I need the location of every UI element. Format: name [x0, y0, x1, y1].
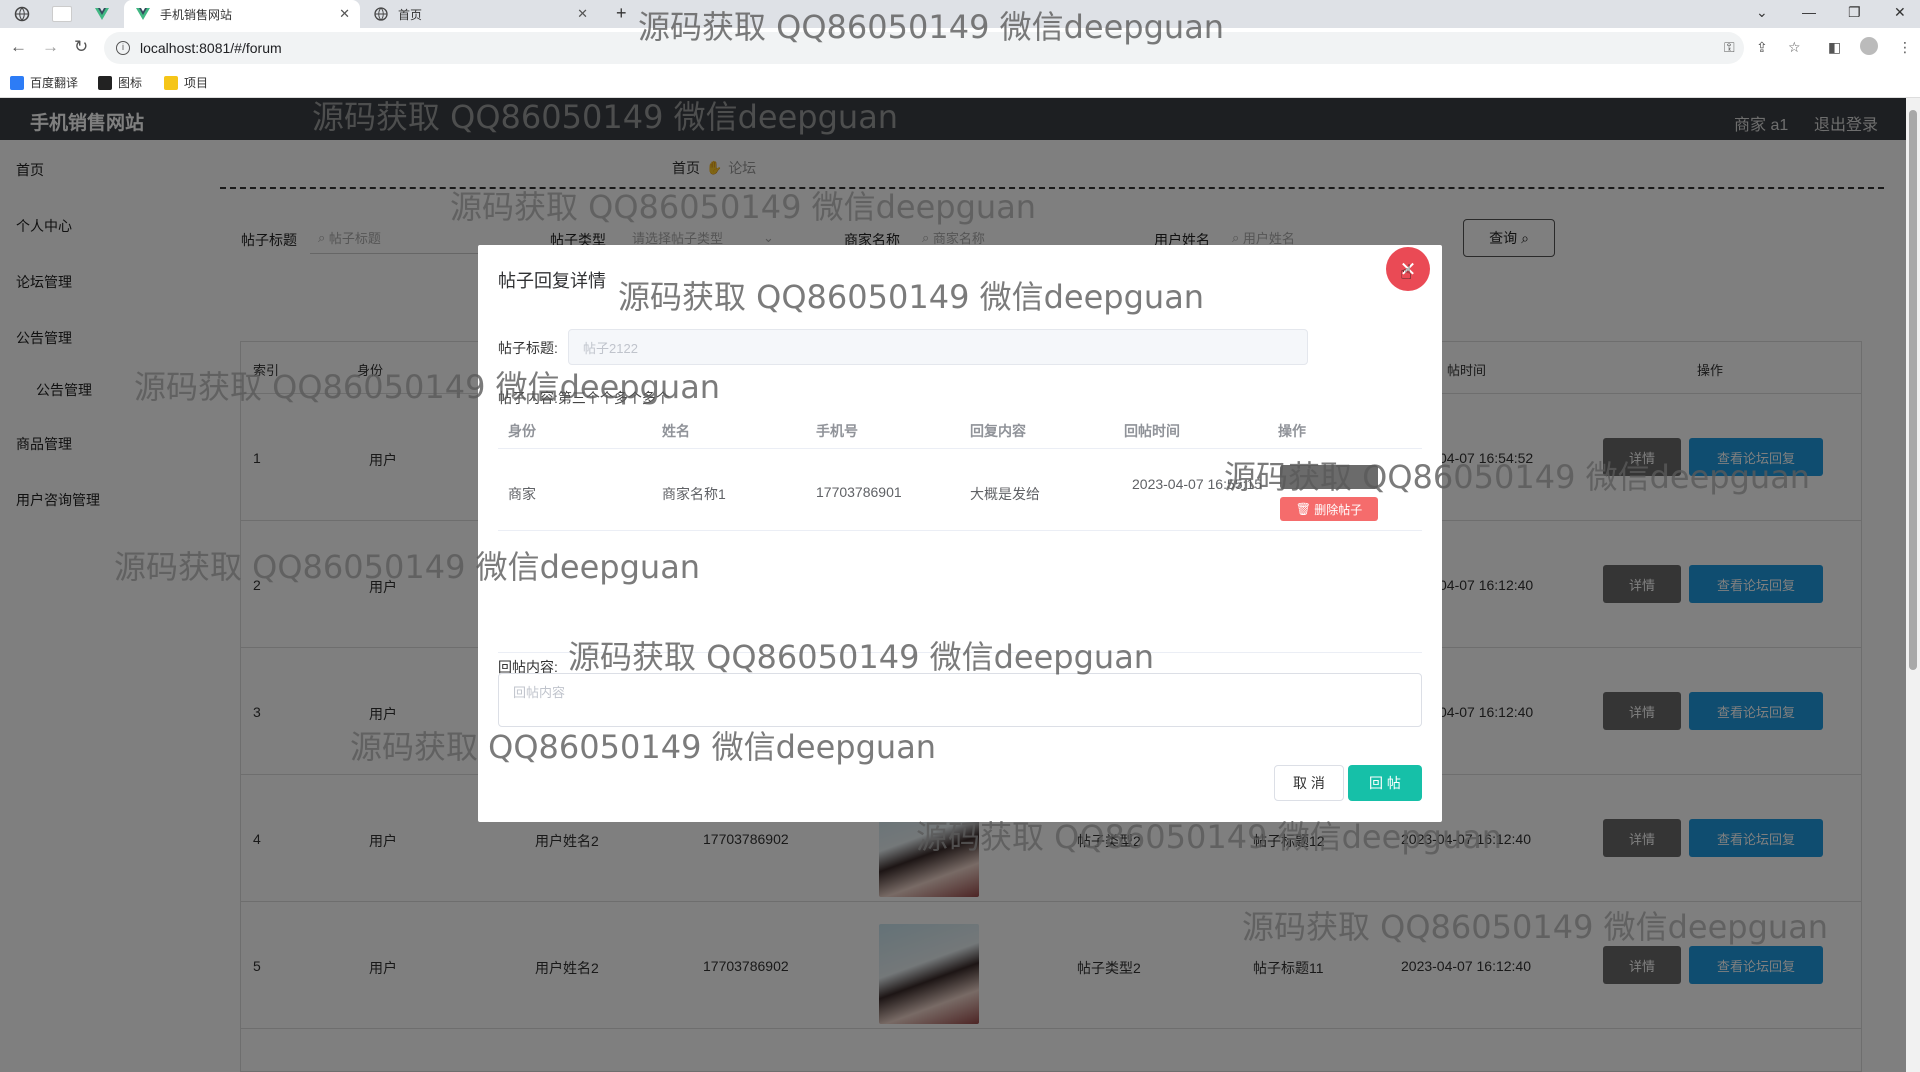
forward-icon[interactable]: →: [42, 37, 59, 57]
url-input[interactable]: i localhost:8081/#/forum: [104, 32, 1744, 64]
chevron-down-icon[interactable]: ⌄: [1756, 4, 1768, 21]
reply-detail-dialog: 帖子回复详情 ✕ 帖子标题: 帖子2122 帖子内容:第三个个多个多个 身份 姓…: [478, 245, 1442, 822]
bookmark-icons[interactable]: 图标: [98, 74, 142, 91]
close-window-button[interactable]: ✕: [1894, 4, 1906, 21]
tab-title: 首页: [398, 7, 423, 22]
reply-textarea[interactable]: 回帖内容: [498, 673, 1422, 727]
submit-reply-button[interactable]: 回 帖: [1348, 765, 1422, 801]
bookmark-project[interactable]: 项目: [164, 74, 208, 91]
reply-row: 商家 商家名称1 17703786901 大概是发给 2023-04-07 16…: [498, 449, 1422, 531]
minimize-button[interactable]: —: [1802, 4, 1816, 20]
delete-reply-button[interactable]: 🗑 删除帖子: [1280, 497, 1378, 521]
reply-time: 2023-04-07 16:55:15: [1132, 476, 1262, 492]
dialog-title: 帖子回复详情: [498, 271, 606, 291]
column-identity: 身份: [508, 423, 536, 439]
post-title-label: 帖子标题:: [498, 340, 558, 356]
tab-active[interactable]: 手机销售网站 ✕: [124, 0, 360, 28]
bookmarks-bar: 百度翻译 图标 项目: [0, 68, 1920, 98]
reply-table-header: 身份 姓名 手机号 回复内容 回帖时间 操作: [498, 409, 1422, 449]
menu-icon[interactable]: ⋮: [1898, 39, 1912, 56]
tab-title: 手机销售网站: [160, 7, 233, 22]
scrollbar[interactable]: [1906, 98, 1920, 1072]
url-text: localhost:8081/#/forum: [140, 40, 282, 56]
address-bar-row: ← → ↻ i localhost:8081/#/forum ⚿ ⇪ ☆ ◧ ⋮: [0, 28, 1920, 68]
cancel-button[interactable]: 取 消: [1274, 765, 1344, 801]
vue-icon[interactable]: [94, 6, 110, 22]
reply-action-button[interactable]: [1280, 465, 1378, 489]
key-icon[interactable]: ⚿: [1724, 39, 1735, 56]
profile-icon[interactable]: [1860, 37, 1878, 55]
post-title-field: 帖子2122: [568, 329, 1308, 365]
globe-icon[interactable]: [14, 6, 30, 22]
scrollbar-thumb[interactable]: [1909, 110, 1917, 670]
back-icon[interactable]: ←: [10, 37, 27, 57]
info-icon[interactable]: i: [116, 41, 130, 55]
side-panel-icon[interactable]: ◧: [1828, 39, 1841, 56]
column-reply-content: 回复内容: [970, 423, 1026, 439]
browser-tab-bar: 手机销售网站 ✕ 首页 ✕ + ⌄ — ❐ ✕: [0, 0, 1920, 28]
globe-icon: [374, 7, 388, 21]
cursor-icon: ☝: [1400, 262, 1413, 284]
close-tab-icon[interactable]: ✕: [577, 6, 588, 22]
new-tab-button[interactable]: +: [616, 3, 627, 24]
bookmark-baidu-translate[interactable]: 百度翻译: [10, 74, 78, 91]
column-ops: 操作: [1278, 423, 1306, 439]
post-content: 帖子内容:第三个个多个多个: [498, 390, 670, 406]
restore-button[interactable]: ❐: [1848, 4, 1861, 21]
reload-icon[interactable]: ↻: [74, 37, 88, 57]
column-reply-time: 回帖时间: [1124, 423, 1180, 439]
folder-icon: [164, 75, 178, 90]
translate-icon: [10, 75, 24, 90]
divider: [498, 652, 1422, 653]
star-icon[interactable]: ☆: [1788, 39, 1801, 56]
close-tab-icon[interactable]: ✕: [339, 6, 350, 22]
tab-home[interactable]: 首页 ✕: [362, 0, 598, 28]
vue-icon: [136, 7, 150, 21]
column-name: 姓名: [662, 423, 690, 439]
image-icon: [98, 75, 112, 90]
share-icon[interactable]: ⇪: [1756, 39, 1768, 56]
trash-icon: 🗑: [1295, 502, 1315, 516]
pinned-tab-icon[interactable]: [52, 6, 72, 22]
column-phone: 手机号: [816, 423, 858, 439]
